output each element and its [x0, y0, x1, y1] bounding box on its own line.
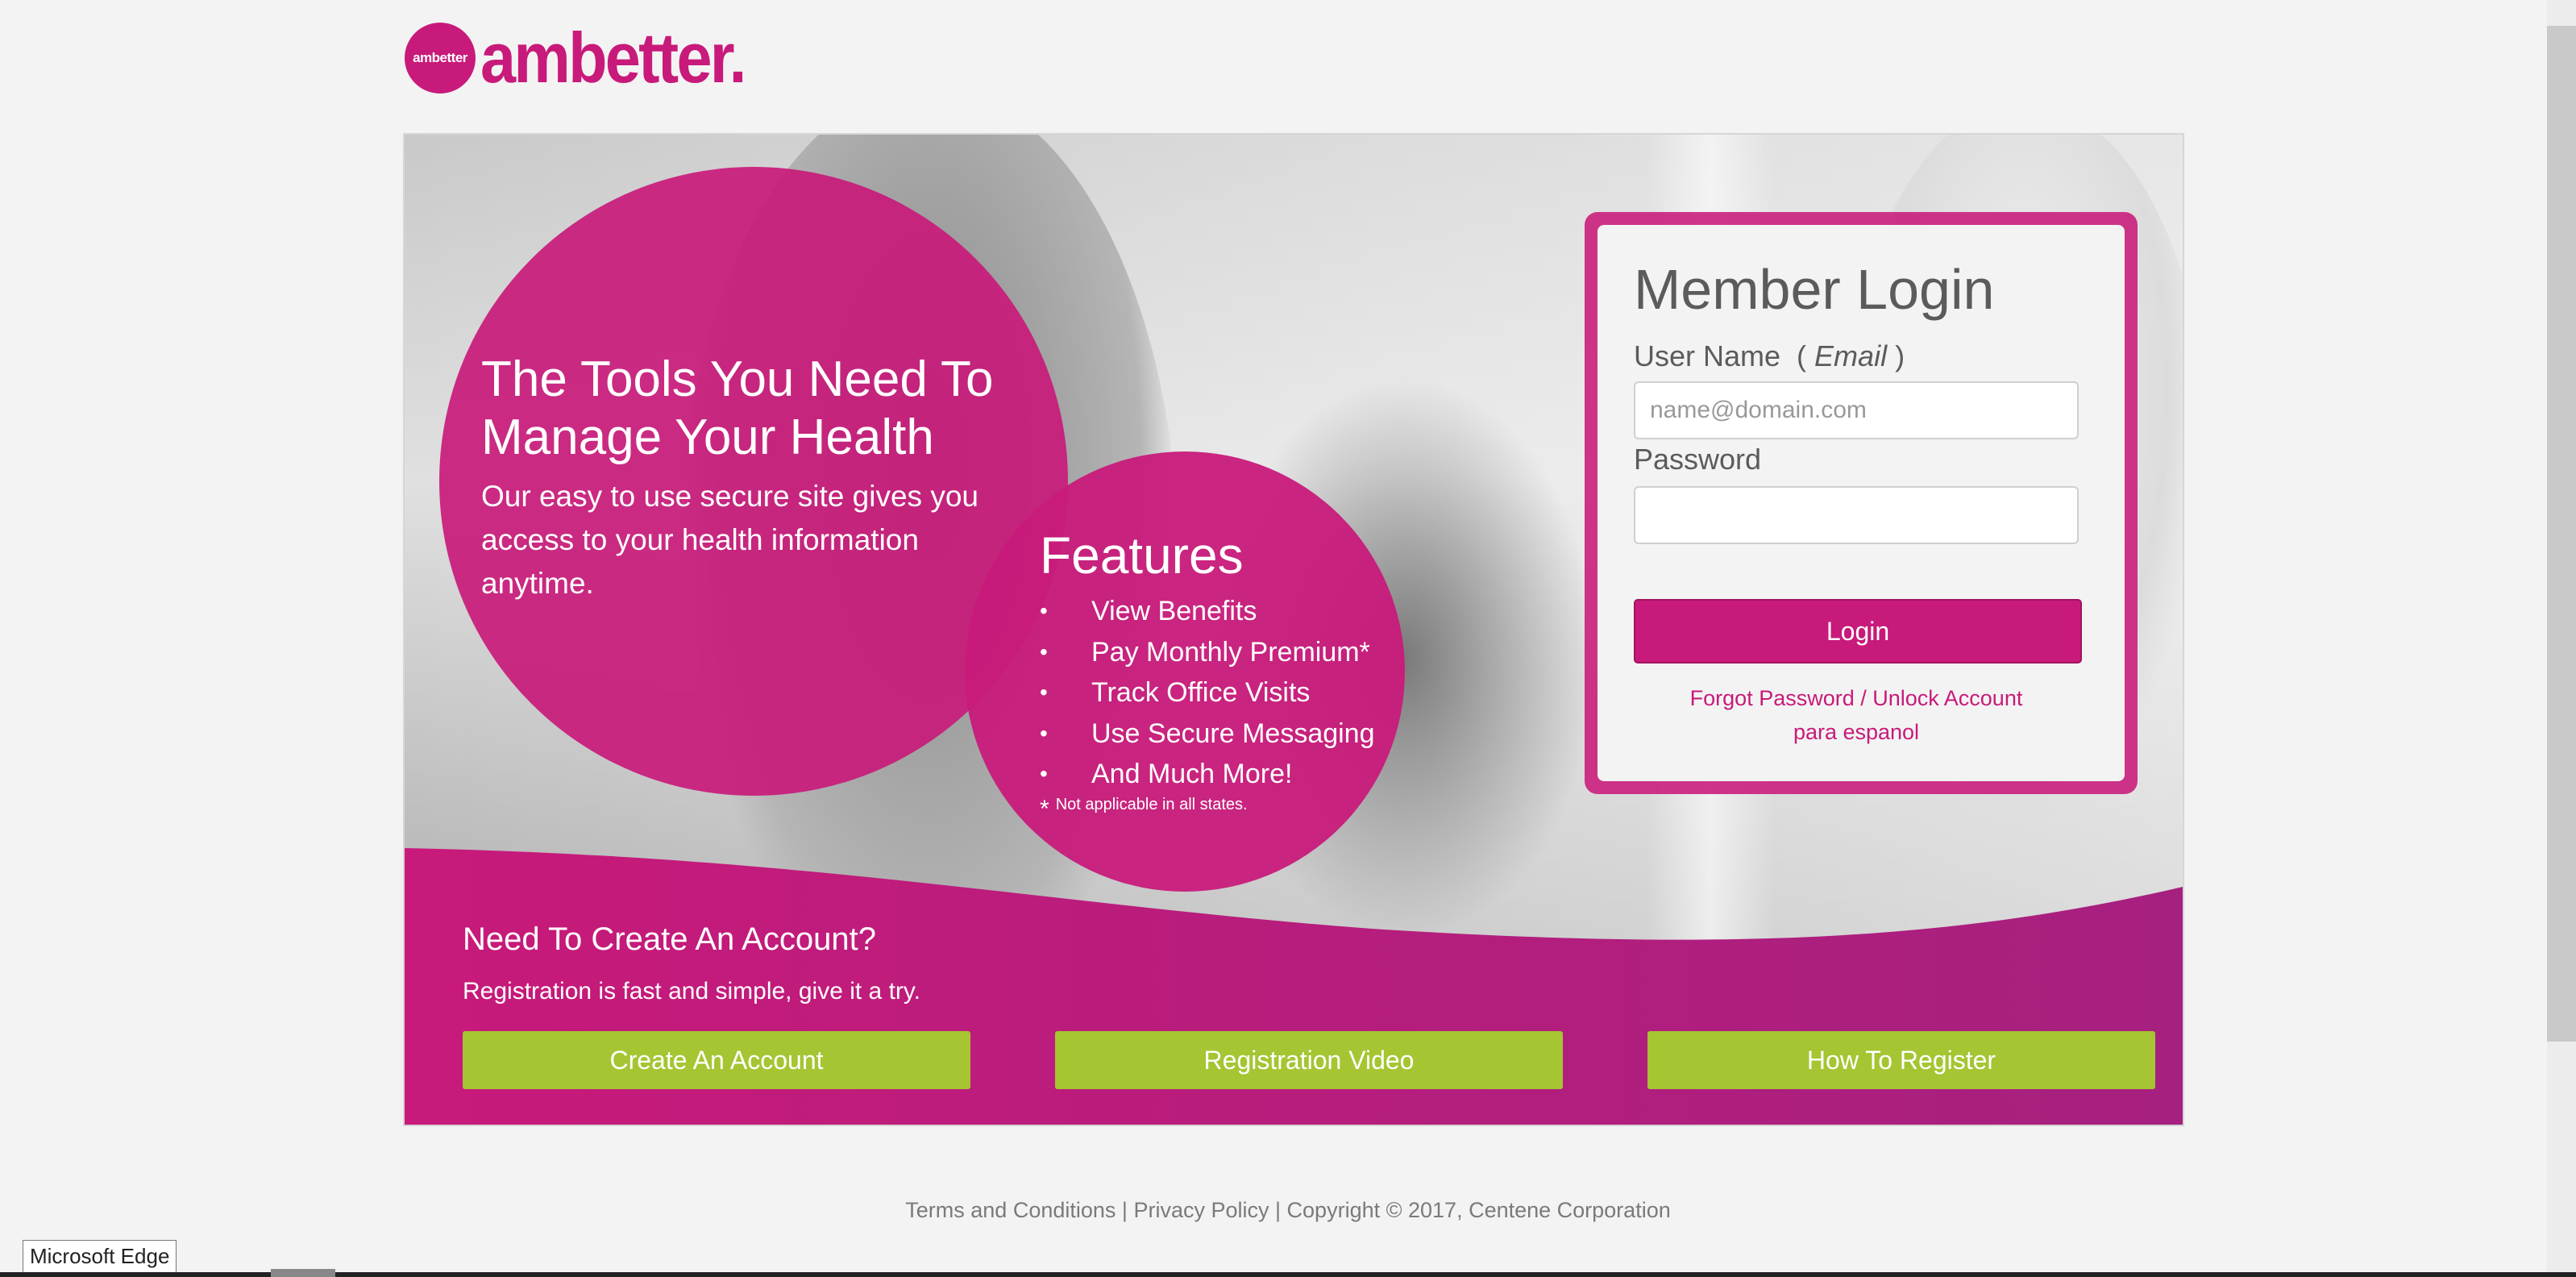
username-label: User Name ( Email ) [1634, 339, 1905, 372]
features-list: View Benefits Pay Monthly Premium* Track… [1040, 591, 1375, 795]
feature-item: Pay Monthly Premium* [1040, 632, 1375, 673]
footnote-star: * [1040, 796, 1049, 822]
taskbar-tooltip: Microsoft Edge [23, 1240, 177, 1273]
username-input[interactable] [1634, 381, 2079, 439]
feature-item: And Much More! [1040, 754, 1375, 795]
feature-item: View Benefits [1040, 591, 1375, 632]
hero-banner: The Tools You Need To Manage Your Health… [403, 133, 2184, 1126]
copyright-text: Copyright © 2017, Centene Corporation [1286, 1198, 1671, 1222]
features-title: Features [1040, 526, 1244, 584]
footer-separator: | [1121, 1198, 1128, 1222]
registration-video-button[interactable]: Registration Video [1055, 1031, 1563, 1089]
feature-item: Track Office Visits [1040, 672, 1375, 713]
footnote-text: Not applicable in all states. [1055, 796, 1248, 813]
create-account-subtitle: Registration is fast and simple, give it… [463, 978, 921, 1005]
login-button[interactable]: Login [1634, 599, 2082, 663]
footer: Terms and Conditions | Privacy Policy | … [0, 1198, 2576, 1223]
terms-link[interactable]: Terms and Conditions [905, 1198, 1116, 1222]
create-account-button[interactable]: Create An Account [463, 1031, 970, 1089]
hero-headline: The Tools You Need To Manage Your Health [481, 351, 994, 465]
footer-separator: | [1275, 1198, 1282, 1222]
how-to-register-button[interactable]: How To Register [1647, 1031, 2155, 1089]
spanish-link[interactable]: para espanol [1634, 720, 2079, 745]
logo-wordmark: ambetter. [480, 18, 747, 98]
forgot-password-link[interactable]: Forgot Password / Unlock Account [1634, 686, 2079, 711]
login-title: Member Login [1634, 258, 1995, 321]
password-input[interactable] [1634, 486, 2079, 544]
scrollbar-thumb[interactable] [2547, 26, 2576, 1042]
feature-item: Use Secure Messaging [1040, 713, 1375, 755]
username-label-text: User Name [1634, 339, 1781, 372]
privacy-link[interactable]: Privacy Policy [1133, 1198, 1269, 1222]
logo-mark: ambetter [405, 23, 476, 94]
password-label: Password [1634, 443, 1762, 476]
features-footnote: * Not applicable in all states. [1040, 796, 1248, 823]
create-account-title: Need To Create An Account? [463, 921, 876, 957]
taskbar-tab[interactable] [271, 1269, 335, 1277]
username-hint: Email [1814, 339, 1888, 372]
hero-subline: Our easy to use secure site gives you ac… [481, 480, 978, 600]
taskbar-edge [0, 1272, 2576, 1277]
ambetter-logo[interactable]: ambetter ambetter. [405, 23, 774, 94]
